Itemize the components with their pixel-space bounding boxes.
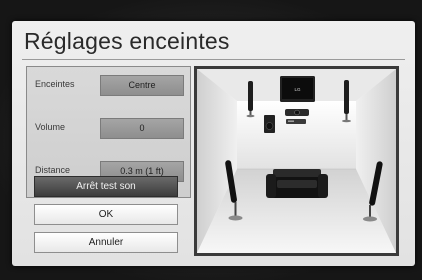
subwoofer-icon — [264, 115, 275, 133]
ok-button[interactable]: OK — [34, 204, 178, 225]
tv-screen: Réglages enceintes Enceintes Centre Volu… — [0, 0, 422, 280]
stop-test-sound-button[interactable]: Arrêt test son — [34, 176, 178, 197]
dialog-title: Réglages enceintes — [24, 28, 230, 54]
sofa-icon — [266, 169, 328, 198]
player-icon — [286, 119, 306, 124]
speakers-row[interactable]: Enceintes Centre — [27, 70, 190, 100]
tv-logo: LG — [294, 87, 301, 92]
volume-row[interactable]: Volume 0 — [27, 113, 190, 143]
tv-icon: LG — [280, 76, 315, 102]
speakers-select[interactable]: Centre — [100, 75, 184, 96]
speaker-settings-dialog: Réglages enceintes Enceintes Centre Volu… — [12, 21, 415, 266]
volume-label: Volume — [35, 122, 66, 132]
room-illustration: LG — [197, 69, 396, 253]
title-divider — [22, 59, 405, 60]
room-preview: LG — [194, 66, 399, 256]
cancel-button[interactable]: Annuler — [34, 232, 178, 253]
volume-value[interactable]: 0 — [100, 118, 184, 139]
distance-label: Distance — [35, 165, 71, 175]
speakers-label: Enceintes — [35, 79, 75, 89]
center-speaker-icon — [285, 109, 309, 116]
